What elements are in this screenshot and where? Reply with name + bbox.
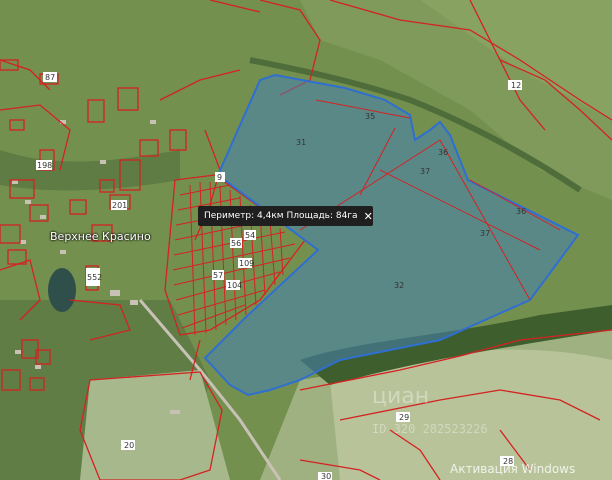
parcel-label: 35 [365,112,375,121]
watermark-id: ID 320 282523226 [372,422,488,436]
parcel-label: 9 [217,173,222,182]
parcel-label: 30 [321,472,331,480]
parcel-label: 57 [213,271,223,280]
parcel-label: 36 [438,148,448,157]
windows-activation-notice: Активация Windows [450,462,576,476]
parcel-label: 37 [420,167,430,176]
parcel-label: 104 [227,281,242,290]
parcel-label: 201 [112,201,127,210]
parcel-label: 36 [516,207,526,216]
parcel-label: 12 [511,81,521,90]
parcel-label: 552 [87,273,102,282]
place-name: Верхнее Красино [50,230,151,243]
parcel-label: 31 [296,138,306,147]
parcel-label: 87 [45,73,55,82]
parcel-label: 56 [231,239,241,248]
parcel-label: 54 [245,231,255,240]
parcel-label: 29 [399,413,409,422]
parcel-label: 198 [37,161,52,170]
parcel-label: 32 [394,281,404,290]
pond [48,268,76,312]
close-icon[interactable]: ✕ [364,210,373,223]
measure-tooltip: Периметр: 4,4км Площадь: 84га ✕ [198,206,373,226]
parcel-label: 20 [124,441,134,450]
measure-text: Периметр: 4,4км Площадь: 84га [204,211,358,221]
parcel-label: 109 [239,259,254,268]
watermark-logo: циан [372,384,430,409]
satellite-map[interactable]: 87 12 35 31 36 37 9 37 36 37 32 198 201 … [0,0,612,480]
